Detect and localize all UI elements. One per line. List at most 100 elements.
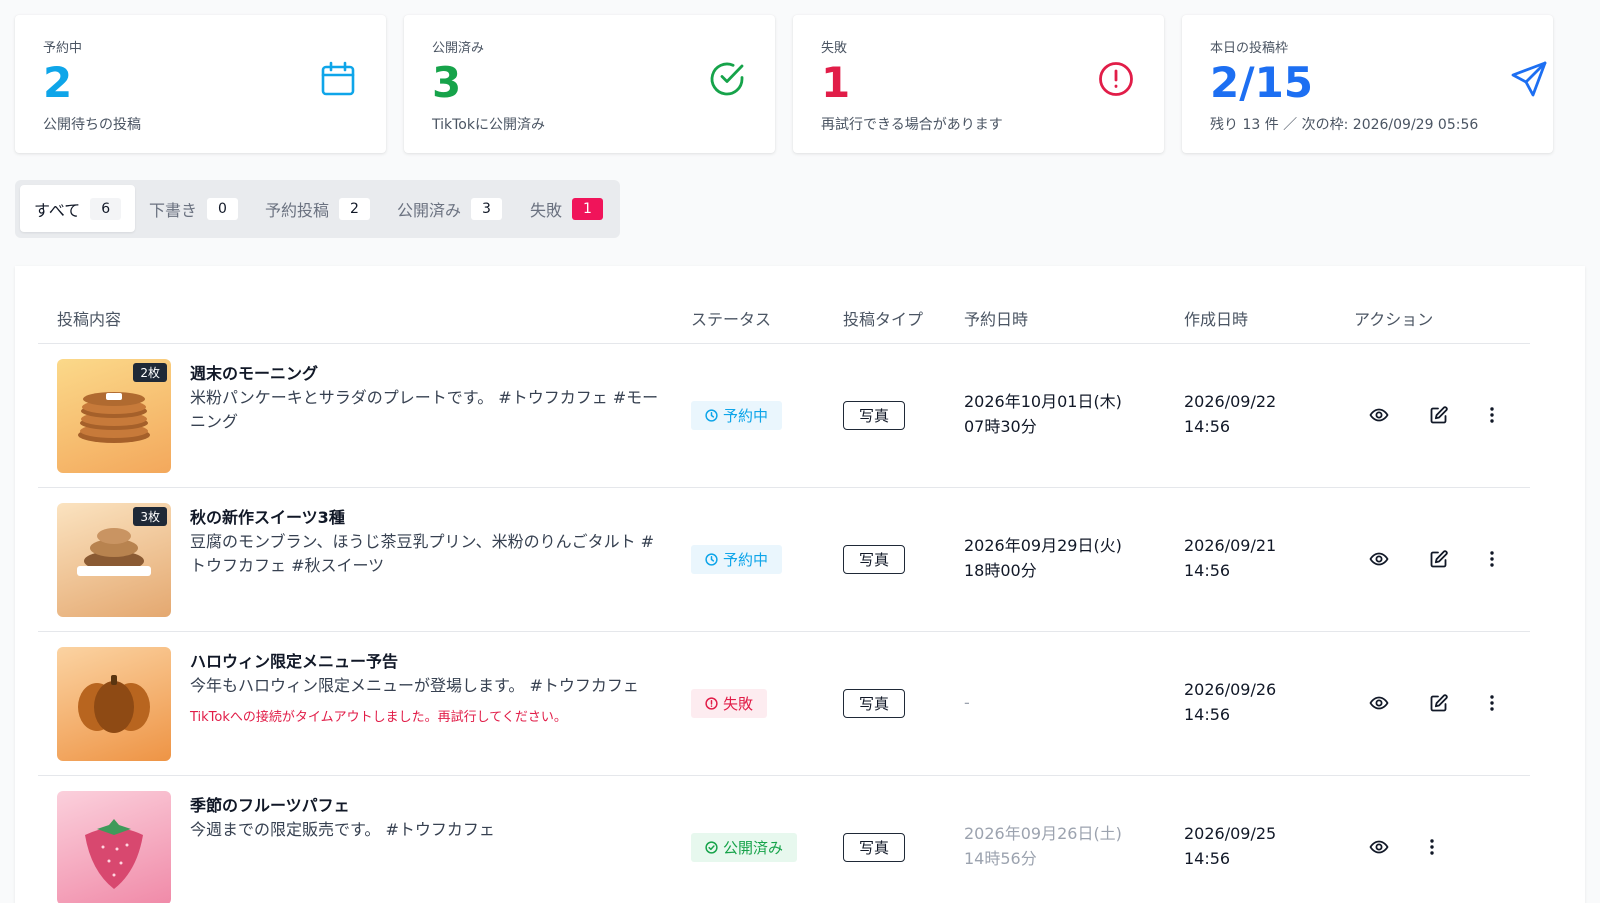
tab-label: 公開済み bbox=[397, 200, 462, 220]
post-title: 季節のフルーツパフェ bbox=[190, 796, 350, 815]
status-label: 予約中 bbox=[723, 551, 769, 569]
table-row[interactable]: 3枚 秋の新作スイーツ3種 豆腐のモンブラン、ほうじ茶豆乳プリン、米粉のりんごタ… bbox=[38, 488, 1530, 631]
status-label: 予約中 bbox=[723, 407, 769, 425]
error-message: TikTokへの接続がタイムアウトしました。再試行してください。 bbox=[190, 710, 567, 725]
post-thumbnail[interactable]: 3枚 bbox=[57, 503, 171, 617]
view-button[interactable] bbox=[1365, 401, 1393, 429]
stat-label: 本日の投稿枠 bbox=[1210, 41, 1289, 56]
post-type-tag: 写真 bbox=[843, 689, 905, 718]
created-date: 2026/09/26 bbox=[1184, 680, 1277, 699]
tab-count: 2 bbox=[339, 197, 371, 220]
more-button[interactable] bbox=[1478, 545, 1506, 573]
edit-icon bbox=[1430, 694, 1448, 712]
scheduled-datetime: 2026年09月26日(土) 14時56分 bbox=[964, 821, 1122, 871]
status-badge: 予約中 bbox=[691, 545, 783, 574]
media-count-badge: 3枚 bbox=[133, 507, 167, 526]
edit-button[interactable] bbox=[1425, 545, 1453, 573]
stat-card-published: 公開済み 3 TikTokに公開済み bbox=[404, 15, 775, 153]
column-header-type: 投稿タイプ bbox=[843, 310, 924, 329]
clock-icon bbox=[705, 553, 718, 566]
stat-sub: 公開待ちの投稿 bbox=[43, 117, 141, 133]
view-button[interactable] bbox=[1365, 545, 1393, 573]
stat-value: 1 bbox=[821, 58, 851, 107]
stats-cards: 予約中 2 公開待ちの投稿 公開済み 3 TikTokに公開済み 失敗 1 再試… bbox=[15, 15, 1585, 153]
more-button[interactable] bbox=[1478, 689, 1506, 717]
view-button[interactable] bbox=[1365, 689, 1393, 717]
stat-label: 予約中 bbox=[43, 41, 83, 56]
post-title: 週末のモーニング bbox=[190, 364, 319, 383]
stat-label: 失敗 bbox=[821, 41, 848, 56]
tab-drafts[interactable]: 下書き 0 bbox=[135, 185, 252, 232]
stat-value: 2 bbox=[43, 58, 73, 107]
post-description: 今年もハロウィン限定メニューが登場します。 #トウフカフェ bbox=[190, 676, 639, 695]
created-time: 14:56 bbox=[1184, 849, 1231, 868]
stat-sub: 残り 13 件 ／ 次の枠: 2026/09/29 05:56 bbox=[1210, 117, 1479, 133]
column-header-content: 投稿内容 bbox=[57, 310, 122, 329]
eye-icon bbox=[1369, 840, 1389, 854]
created-time: 14:56 bbox=[1184, 705, 1231, 724]
tab-published[interactable]: 公開済み 3 bbox=[383, 185, 516, 232]
status-label: 失敗 bbox=[723, 695, 754, 713]
tab-count: 6 bbox=[90, 197, 122, 220]
post-description: 今週までの限定販売です。 #トウフカフェ bbox=[190, 820, 495, 839]
scheduled-date: 2026年09月29日(火) bbox=[964, 536, 1122, 555]
created-date: 2026/09/21 bbox=[1184, 536, 1277, 555]
tab-label: 予約投稿 bbox=[265, 200, 330, 220]
eye-icon bbox=[1369, 408, 1389, 422]
tab-scheduled[interactable]: 予約投稿 2 bbox=[251, 185, 384, 232]
stat-card-quota: 本日の投稿枠 2/15 残り 13 件 ／ 次の枠: 2026/09/29 05… bbox=[1182, 15, 1553, 153]
created-time: 14:56 bbox=[1184, 417, 1231, 436]
edit-icon bbox=[1430, 406, 1448, 424]
stat-value: 2/15 bbox=[1210, 58, 1314, 107]
scheduled-datetime: 2026年10月01日(木) 07時30分 bbox=[964, 389, 1122, 439]
check-circle-icon bbox=[710, 62, 744, 96]
status-badge: 公開済み bbox=[691, 833, 798, 862]
column-header-scheduled: 予約日時 bbox=[964, 310, 1029, 329]
table-row[interactable]: 季節のフルーツパフェ 今週までの限定販売です。 #トウフカフェ 公開済み 写真 … bbox=[38, 776, 1530, 903]
edit-icon bbox=[1430, 550, 1448, 568]
post-thumbnail[interactable] bbox=[57, 791, 171, 903]
more-button[interactable] bbox=[1418, 833, 1446, 861]
stat-sub: 再試行できる場合があります bbox=[821, 117, 1003, 133]
scheduled-date: - bbox=[964, 693, 970, 712]
post-thumbnail[interactable] bbox=[57, 647, 171, 761]
tab-count: 0 bbox=[207, 197, 239, 220]
stat-sub: TikTokに公開済み bbox=[432, 117, 545, 133]
created-datetime: 2026/09/26 14:56 bbox=[1184, 677, 1276, 727]
post-type-tag: 写真 bbox=[843, 545, 905, 574]
posts-table: 投稿内容 ステータス 投稿タイプ 予約日時 作成日時 アクション 2枚 週末のモ… bbox=[15, 266, 1585, 903]
created-datetime: 2026/09/22 14:56 bbox=[1184, 389, 1276, 439]
table-row[interactable]: ハロウィン限定メニュー予告 今年もハロウィン限定メニューが登場します。 #トウフ… bbox=[38, 632, 1530, 775]
scheduled-datetime: 2026年09月29日(火) 18時00分 bbox=[964, 533, 1122, 583]
stat-card-scheduled: 予約中 2 公開待ちの投稿 bbox=[15, 15, 386, 153]
stat-card-failed: 失敗 1 再試行できる場合があります bbox=[793, 15, 1164, 153]
table-row[interactable]: 2枚 週末のモーニング 米粉パンケーキとサラダのプレートです。 #トウフカフェ … bbox=[38, 344, 1530, 487]
edit-button[interactable] bbox=[1425, 401, 1453, 429]
send-icon bbox=[1511, 61, 1547, 97]
scheduled-date: 2026年10月01日(木) bbox=[964, 392, 1122, 411]
clock-icon bbox=[705, 409, 718, 422]
stat-value: 3 bbox=[432, 58, 462, 107]
edit-button[interactable] bbox=[1425, 689, 1453, 717]
more-button[interactable] bbox=[1478, 401, 1506, 429]
view-button[interactable] bbox=[1365, 833, 1393, 861]
check-circle-icon bbox=[705, 841, 718, 854]
scheduled-datetime: - bbox=[964, 690, 970, 715]
column-header-created: 作成日時 bbox=[1184, 310, 1249, 329]
scheduled-time: 18時00分 bbox=[964, 561, 1037, 580]
more-vertical-icon bbox=[1490, 551, 1494, 567]
created-date: 2026/09/22 bbox=[1184, 392, 1277, 411]
scheduled-date: 2026年09月26日(土) bbox=[964, 824, 1122, 843]
tab-all[interactable]: すべて 6 bbox=[20, 185, 136, 232]
status-badge: 失敗 bbox=[691, 689, 768, 718]
post-description: 豆腐のモンブラン、ほうじ茶豆乳プリン、米粉のりんごタルト #トウフカフェ #秋ス… bbox=[190, 532, 655, 575]
post-thumbnail[interactable]: 2枚 bbox=[57, 359, 171, 473]
scheduled-time: 14時56分 bbox=[964, 849, 1037, 868]
alert-circle-icon bbox=[1099, 62, 1133, 96]
tab-failed[interactable]: 失敗 1 bbox=[516, 185, 617, 232]
tab-label: 下書き bbox=[149, 200, 198, 220]
tab-count: 3 bbox=[471, 197, 503, 220]
post-description: 米粉パンケーキとサラダのプレートです。 #トウフカフェ #モーニング bbox=[190, 388, 659, 431]
tab-label: 失敗 bbox=[530, 200, 563, 220]
eye-icon bbox=[1369, 696, 1389, 710]
